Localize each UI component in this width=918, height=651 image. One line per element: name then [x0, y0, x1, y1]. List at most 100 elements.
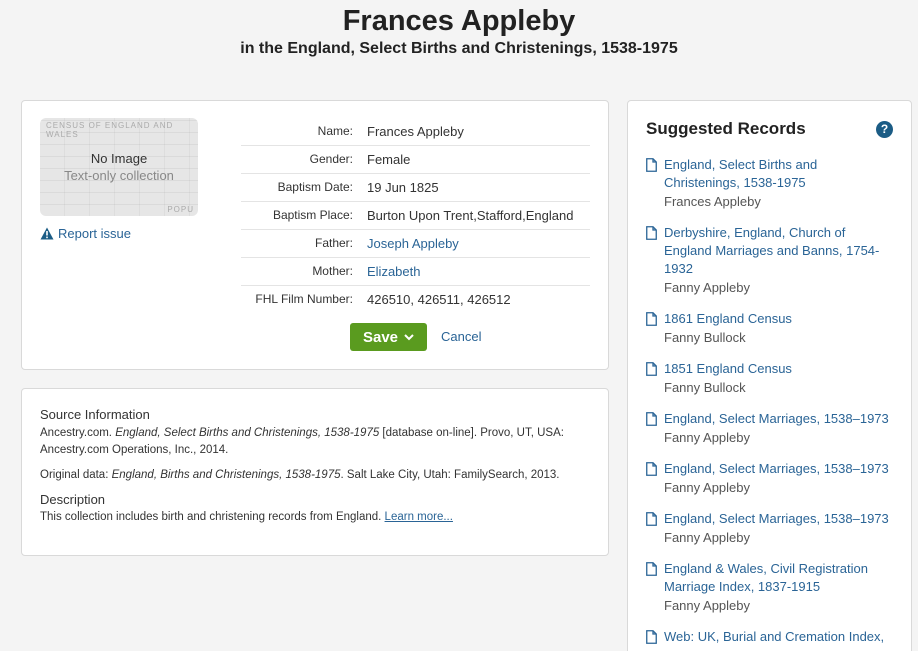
suggested-record-text: England & Wales, Civil Registration Marr… — [664, 560, 893, 615]
save-button-label: Save — [362, 328, 399, 346]
field-value-fhl-film: 426510, 426511, 426512 — [367, 292, 511, 307]
document-icon — [646, 362, 657, 376]
record-image-thumbnail: CENSUS OF ENGLAND AND WALES POPU No Imag… — [40, 118, 198, 216]
save-button[interactable]: Save — [350, 323, 427, 351]
citation-title: England, Select Births and Christenings,… — [115, 427, 380, 439]
suggested-record-person: Fanny Appleby — [664, 430, 751, 445]
source-card: Source Information Ancestry.com. England… — [21, 388, 609, 556]
suggested-record-item[interactable]: Web: UK, Burial and Cremation Index, — [646, 628, 893, 646]
suggested-record-person: Frances Appleby — [664, 194, 761, 209]
page-subtitle: in the England, Select Births and Christ… — [240, 40, 678, 57]
father-link[interactable]: Joseph Appleby — [367, 234, 590, 253]
suggested-records-header: Suggested Records ? — [646, 119, 893, 139]
document-icon — [646, 562, 657, 576]
report-issue-link[interactable]: Report issue — [40, 226, 131, 241]
suggested-record-text: England, Select Marriages, 1538–1973 Fann… — [664, 410, 889, 447]
original-suffix: . Salt Lake City, Utah: FamilySearch, 20… — [340, 469, 560, 481]
suggested-record-text: Derbyshire, England, Church of England M… — [664, 224, 893, 297]
suggested-record-person: Fanny Appleby — [664, 530, 751, 545]
suggested-record-link[interactable]: England, Select Marriages, 1538–1973 — [664, 510, 889, 528]
document-icon — [646, 630, 657, 644]
suggested-records-list: England, Select Births and Christenings,… — [646, 156, 893, 646]
thumbnail-bg-text-bottom: POPU — [167, 205, 194, 214]
source-info-title: Source Information — [40, 407, 150, 422]
warning-icon — [40, 227, 54, 240]
original-prefix: Original data: — [40, 469, 112, 481]
field-value-name: Frances Appleby — [367, 124, 464, 139]
suggested-record-link[interactable]: 1861 England Census — [664, 310, 792, 328]
suggested-record-text: England, Select Births and Christenings,… — [664, 156, 893, 211]
field-row-mother: Mother: Elizabeth — [241, 258, 590, 286]
suggested-record-item[interactable]: 1851 England Census Fanny Bullock — [646, 360, 893, 397]
description-text: This collection includes birth and chris… — [40, 509, 590, 526]
text-only-label: Text-only collection — [64, 168, 174, 183]
suggested-record-link[interactable]: England, Select Births and Christenings,… — [664, 156, 893, 192]
page-title: Frances Appleby — [342, 5, 576, 37]
suggested-record-text: Web: UK, Burial and Cremation Index, — [664, 628, 884, 646]
field-label: Mother: — [312, 264, 353, 278]
suggested-record-link[interactable]: England, Select Marriages, 1538–1973 — [664, 460, 889, 478]
learn-more-link[interactable]: Learn more... — [385, 511, 453, 523]
suggested-record-item[interactable]: England, Select Marriages, 1538–1973 Fann… — [646, 410, 893, 447]
suggested-record-item[interactable]: 1861 England Census Fanny Bullock — [646, 310, 893, 347]
thumbnail-bg-text: CENSUS OF ENGLAND AND WALES — [46, 121, 174, 139]
chevron-down-icon — [404, 333, 414, 340]
suggested-record-text: 1861 England Census Fanny Bullock — [664, 310, 792, 347]
document-icon — [646, 462, 657, 476]
suggested-record-person: Fanny Appleby — [664, 280, 751, 295]
field-label: Baptism Place: — [272, 208, 353, 222]
description-title: Description — [40, 492, 106, 507]
field-row-baptism-place: Baptism Place: Burton Upon Trent,Staffor… — [241, 202, 590, 230]
report-issue-label: Report issue — [58, 226, 131, 241]
original-title: England, Births and Christenings, 1538-1… — [111, 469, 341, 481]
document-icon — [646, 512, 657, 526]
suggested-record-text: 1851 England Census Fanny Bullock — [664, 360, 792, 397]
field-row-father: Father: Joseph Appleby — [241, 230, 590, 258]
cancel-button[interactable]: Cancel — [441, 329, 481, 344]
suggested-record-link[interactable]: 1851 England Census — [664, 360, 792, 378]
suggested-record-person: Fanny Appleby — [664, 480, 751, 495]
field-label: Gender: — [309, 152, 353, 166]
suggested-record-link[interactable]: Web: UK, Burial and Cremation Index, — [664, 628, 884, 646]
page-header: Frances Appleby in the England, Select B… — [0, 0, 918, 96]
field-label: Baptism Date: — [277, 180, 353, 194]
field-row-gender: Gender: Female — [241, 146, 590, 174]
suggested-record-person: Fanny Bullock — [664, 380, 746, 395]
field-value-baptism-place: Burton Upon Trent,Stafford,England — [367, 208, 574, 223]
field-value-gender: Female — [367, 152, 411, 167]
field-row-baptism-date: Baptism Date: 19 Jun 1825 — [241, 174, 590, 202]
suggested-record-link[interactable]: Derbyshire, England, Church of England M… — [664, 224, 893, 278]
suggested-record-item[interactable]: England, Select Marriages, 1538–1973 Fann… — [646, 510, 893, 547]
original-data: Original data: England, Births and Chris… — [40, 467, 590, 484]
suggested-record-item[interactable]: England, Select Marriages, 1538–1973 Fann… — [646, 460, 893, 497]
suggested-record-link[interactable]: England, Select Marriages, 1538–1973 — [664, 410, 889, 428]
record-fields: Name: Frances Appleby Gender: Female Bap… — [241, 118, 590, 313]
citation-prefix: Ancestry.com. — [40, 427, 116, 439]
suggested-record-text: England, Select Marriages, 1538–1973 Fann… — [664, 460, 889, 497]
suggested-record-text: England, Select Marriages, 1538–1973 Fann… — [664, 510, 889, 547]
field-value-baptism-date: 19 Jun 1825 — [367, 180, 439, 195]
mother-link[interactable]: Elizabeth — [367, 262, 590, 281]
document-icon — [646, 158, 657, 172]
suggested-record-link[interactable]: England & Wales, Civil Registration Marr… — [664, 560, 893, 596]
document-icon — [646, 412, 657, 426]
suggested-record-person: Fanny Appleby — [664, 598, 751, 613]
suggested-records-title: Suggested Records — [646, 119, 806, 138]
suggested-records-panel: Suggested Records ? England, Select Birt… — [627, 100, 912, 651]
help-icon[interactable]: ? — [876, 120, 893, 138]
suggested-record-item[interactable]: England, Select Births and Christenings,… — [646, 156, 893, 211]
document-icon — [646, 312, 657, 326]
description-body: This collection includes birth and chris… — [40, 511, 385, 523]
document-icon — [646, 226, 657, 240]
no-image-label: No Image — [90, 151, 148, 166]
suggested-record-item[interactable]: England & Wales, Civil Registration Marr… — [646, 560, 893, 615]
record-card: CENSUS OF ENGLAND AND WALES POPU No Imag… — [21, 100, 609, 370]
field-row-name: Name: Frances Appleby — [241, 118, 590, 146]
field-label: FHL Film Number: — [255, 292, 353, 306]
source-citation: Ancestry.com. England, Select Births and… — [40, 425, 590, 459]
field-row-fhl-film: FHL Film Number: 426510, 426511, 426512 — [241, 286, 590, 313]
suggested-record-person: Fanny Bullock — [664, 330, 746, 345]
field-label: Name: — [317, 124, 353, 138]
field-label: Father: — [314, 236, 353, 250]
suggested-record-item[interactable]: Derbyshire, England, Church of England M… — [646, 224, 893, 297]
